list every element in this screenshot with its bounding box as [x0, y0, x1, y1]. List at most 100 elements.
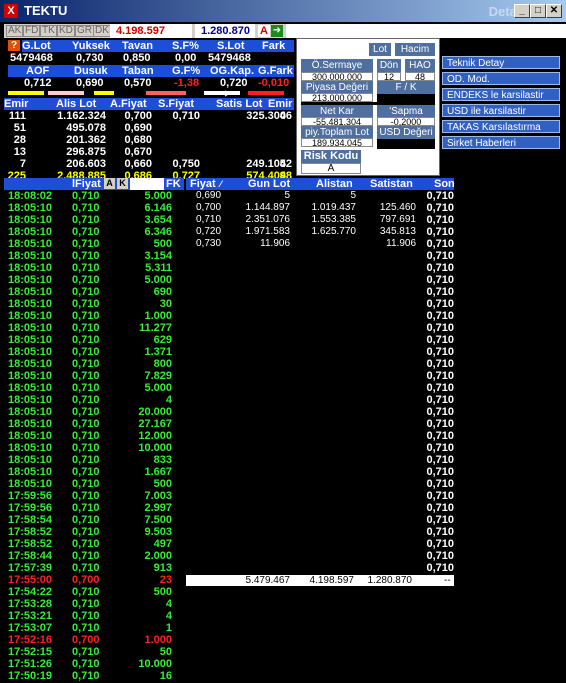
trade-row[interactable]: 18:05:10 0,710 629: [8, 334, 188, 346]
son-value: 0,710: [426, 526, 454, 538]
son-value: 0,710: [426, 394, 454, 406]
trade-row[interactable]: 18:05:10 0,710 20.000: [8, 406, 188, 418]
trade-row[interactable]: 18:05:10 0,710 500: [8, 478, 188, 490]
trade-row[interactable]: 18:05:10 0,710 27.167: [8, 418, 188, 430]
info-icon[interactable]: ?: [8, 40, 20, 51]
k-toggle[interactable]: K: [117, 178, 128, 189]
trade-row[interactable]: 18:05:10 0,710 5.311: [8, 262, 188, 274]
trade-cell: 18:05:10: [8, 430, 53, 442]
son-value: 0,710: [426, 238, 454, 250]
trade-cell: 27.167: [138, 418, 172, 430]
lot-button[interactable]: Lot: [369, 43, 391, 56]
depth-cell: 52: [279, 158, 292, 170]
teknik-detay-button[interactable]: Teknik Detay: [442, 56, 560, 69]
trade-row[interactable]: 18:08:02 0,710 5.000: [8, 190, 188, 202]
trade-row[interactable]: 17:58:54 0,710 7.500: [8, 514, 188, 526]
trade-row[interactable]: 18:05:10 0,710 11.277: [8, 322, 188, 334]
tab-dk[interactable]: DK: [93, 25, 111, 37]
sirket-haberleri-button[interactable]: Sirket Haberleri: [442, 136, 560, 149]
trade-row[interactable]: 17:53:28 0,710 4: [8, 598, 188, 610]
son-value: 0,710: [426, 502, 454, 514]
trade-row[interactable]: 17:58:44 0,710 2.000: [8, 550, 188, 562]
trade-cell: 0,710: [72, 418, 100, 430]
trade-row[interactable]: 18:05:10 0,710 800: [8, 358, 188, 370]
trade-cell: 17:55:00: [8, 574, 53, 586]
trade-row[interactable]: 17:54:22 0,710 500: [8, 586, 188, 598]
trade-row[interactable]: 17:52:16 0,700 1.000: [8, 634, 188, 646]
tab-tk[interactable]: TK: [40, 25, 57, 37]
trade-cell: 18:05:10: [8, 334, 53, 346]
trade-row[interactable]: 17:51:26 0,710 10.000: [8, 658, 188, 670]
trade-row[interactable]: 18:05:10 0,710 30: [8, 298, 188, 310]
tab-gr[interactable]: GR: [75, 25, 94, 37]
trade-row[interactable]: 17:59:56 0,710 2.997: [8, 502, 188, 514]
tab-kd[interactable]: KD: [57, 25, 75, 37]
maximize-icon[interactable]: □: [530, 4, 546, 18]
endeks-button[interactable]: ENDEKS le karsilastir: [442, 88, 560, 101]
price-depth-cell: 0,700: [196, 202, 222, 213]
trade-row[interactable]: 17:58:52 0,710 9.503: [8, 526, 188, 538]
trade-cell: 10.000: [138, 442, 172, 454]
price-depth-row: 0,730 11.906 11.906: [186, 238, 454, 250]
trade-row[interactable]: 18:05:10 0,710 500: [8, 238, 188, 250]
son-value: 0,710: [426, 478, 454, 490]
trade-row[interactable]: 17:53:07 0,710 1: [8, 622, 188, 634]
trade-cell: 17:53:07: [8, 622, 53, 634]
takas-button[interactable]: TAKAS Karsılastırma: [442, 120, 560, 133]
arrow-right-icon[interactable]: ➜: [271, 25, 283, 37]
trade-row[interactable]: 18:05:10 0,710 6.146: [8, 202, 188, 214]
trade-row[interactable]: 18:05:10 0,710 5.000: [8, 382, 188, 394]
trade-row[interactable]: 18:05:10 0,710 12.000: [8, 430, 188, 442]
son-value: 0,710: [426, 418, 454, 430]
trade-cell: 3.154: [144, 250, 172, 262]
trade-cell: 2.997: [144, 502, 172, 514]
piyasa-value: 213.000.000: [301, 93, 373, 103]
depth-row: 13 296.875 0,670: [4, 146, 294, 158]
son-value: 0,710: [426, 334, 454, 346]
a-toggle[interactable]: A: [104, 178, 115, 189]
filter-input[interactable]: [130, 178, 164, 190]
trade-cell: 18:05:10: [8, 298, 53, 310]
od-mod-button[interactable]: OD. Mod.: [442, 72, 560, 85]
trade-cell: 0,710: [72, 670, 100, 682]
trade-row[interactable]: 17:50:19 0,710 16: [8, 670, 188, 682]
trade-row[interactable]: 18:05:10 0,710 833: [8, 454, 188, 466]
minimize-icon[interactable]: _: [514, 4, 530, 18]
trade-row[interactable]: 17:59:56 0,710 7.003: [8, 490, 188, 502]
price-depth-cell: 797.691: [379, 214, 416, 225]
trade-row[interactable]: 17:57:39 0,710 913: [8, 562, 188, 574]
trade-row[interactable]: 18:05:10 0,710 3.154: [8, 250, 188, 262]
son-value: 0,710: [426, 430, 454, 442]
trade-cell: 17:53:28: [8, 598, 53, 610]
trade-cell: 3.654: [144, 214, 172, 226]
tab-fd[interactable]: FD: [23, 25, 41, 37]
trade-row[interactable]: 18:05:10 0,710 3.654: [8, 214, 188, 226]
trade-cell: 6.346: [144, 226, 172, 238]
usd-label: USD Değeri: [377, 126, 435, 139]
tab-ak[interactable]: AK: [6, 25, 24, 37]
trade-row[interactable]: 18:05:10 0,710 4: [8, 394, 188, 406]
trade-cell: 30: [159, 298, 172, 310]
trade-row[interactable]: 18:05:10 0,710 1.667: [8, 466, 188, 478]
trade-row[interactable]: 17:55:00 0,700 23: [8, 574, 188, 586]
hao-value: 48: [405, 72, 435, 82]
trade-row[interactable]: 17:53:21 0,710 4: [8, 610, 188, 622]
trade-cell: 17:58:52: [8, 526, 53, 538]
usd-compare-button[interactable]: USD ile karsilastir: [442, 104, 560, 117]
trade-cell: 18:05:10: [8, 394, 53, 406]
symbol-input[interactable]: [286, 24, 566, 38]
trade-row[interactable]: 18:05:10 0,710 690: [8, 286, 188, 298]
close-icon[interactable]: ✕: [546, 4, 562, 18]
trade-row[interactable]: 18:05:10 0,710 6.346: [8, 226, 188, 238]
trade-row[interactable]: 18:05:10 0,710 1.000: [8, 310, 188, 322]
trade-row[interactable]: 18:05:10 0,710 10.000: [8, 442, 188, 454]
trade-row[interactable]: 18:05:10 0,710 1.371: [8, 346, 188, 358]
trade-row[interactable]: 17:58:52 0,710 497: [8, 538, 188, 550]
hacim-button[interactable]: Hacim: [395, 43, 435, 56]
trade-cell: 0,710: [72, 562, 100, 574]
trade-row[interactable]: 18:05:10 0,710 5.000: [8, 274, 188, 286]
son-value: 0,710: [426, 322, 454, 334]
trade-row[interactable]: 18:05:10 0,710 7.829: [8, 370, 188, 382]
trade-row[interactable]: 17:52:15 0,710 50: [8, 646, 188, 658]
sapma-value: -0,2000: [377, 117, 435, 127]
